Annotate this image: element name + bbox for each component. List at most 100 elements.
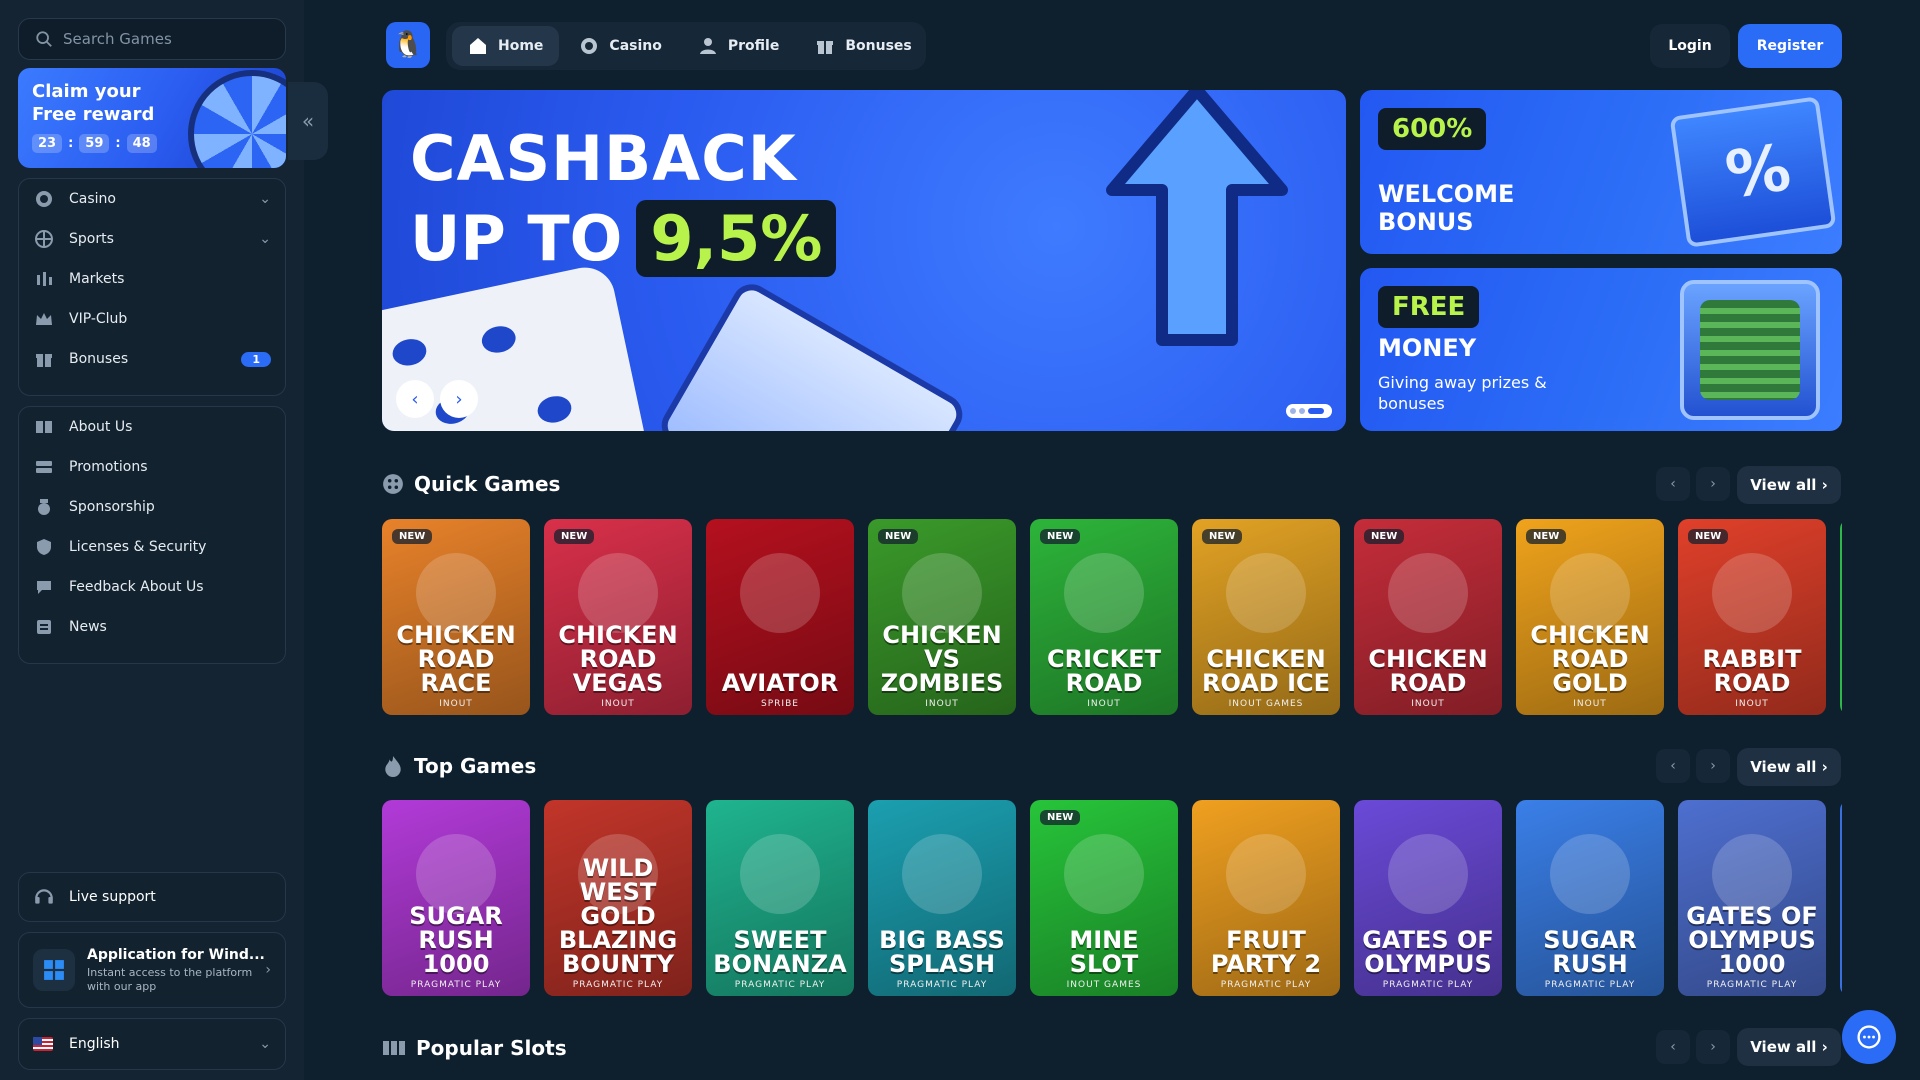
free-reward-card[interactable]: ★ Claim your Free reward 23: 59: 48 — [18, 68, 286, 168]
quick-game-card[interactable]: NEW Chicken Road Race INOUT — [382, 519, 530, 715]
top-games-next-button[interactable]: › — [1696, 749, 1730, 783]
tab-profile[interactable]: Profile — [682, 26, 795, 66]
tab-home[interactable]: Home — [452, 26, 560, 66]
top-game-card[interactable]: Gates of Olympus 1000 PRAGMATIC PLAY — [1678, 800, 1826, 996]
chevron-down-icon[interactable]: ⌄ — [259, 231, 271, 247]
quick-games-view-all[interactable]: View all › — [1737, 466, 1841, 504]
top-game-card[interactable]: Sweet Bonanza PRAGMATIC PLAY — [706, 800, 854, 996]
sidebar-item-markets[interactable]: Markets — [19, 259, 285, 299]
pagination-dot[interactable] — [1290, 408, 1296, 414]
top-game-card[interactable]: Sugar Rush 1000 PRAGMATIC PLAY — [382, 800, 530, 996]
top-games-view-all[interactable]: View all › — [1737, 748, 1841, 786]
sports-ball-icon — [33, 228, 55, 250]
chevron-right-icon: › — [455, 388, 463, 410]
free-money-pill: FREE — [1378, 286, 1480, 328]
chevron-right-icon: › — [265, 962, 271, 978]
quick-games-heading: Quick Games — [382, 472, 560, 496]
game-title: Chicken Road Gold — [1530, 621, 1650, 697]
tab-bonuses[interactable]: Bonuses — [799, 26, 927, 66]
pagination-dot-active[interactable] — [1308, 408, 1324, 414]
top-game-card[interactable]: NEW Mine Slot INOUT GAMES — [1030, 800, 1178, 996]
hero-next-button[interactable]: › — [440, 380, 478, 418]
game-title: Rabbit Road — [1702, 645, 1802, 697]
popular-slots-view-all[interactable]: View all › — [1737, 1028, 1841, 1066]
quick-game-card[interactable]: NEW Chicken Road Ice INOUT GAMES — [1192, 519, 1340, 715]
game-provider: PRAGMATIC PLAY — [410, 980, 502, 990]
language-selector[interactable]: English ⌄ — [18, 1018, 286, 1070]
up-arrow-graphic — [1106, 90, 1288, 346]
game-provider: INOUT — [1573, 699, 1607, 709]
new-badge: NEW — [1202, 529, 1243, 544]
partial-game-card[interactable] — [1840, 800, 1842, 996]
chat-button[interactable] — [1842, 1010, 1896, 1064]
quick-game-card[interactable]: NEW Chicken Road Vegas INOUT — [544, 519, 692, 715]
top-game-card[interactable]: Big Bass Splash PRAGMATIC PLAY — [868, 800, 1016, 996]
game-provider: INOUT GAMES — [1066, 980, 1142, 990]
brand-logo[interactable]: 🐧 — [386, 22, 430, 68]
sidebar-item-sponsorship[interactable]: Sponsorship — [19, 487, 285, 527]
sidebar-item-casino[interactable]: Casino ⌄ — [19, 179, 285, 219]
new-badge: NEW — [1040, 529, 1081, 544]
quick-game-card[interactable]: Aviator SPRIBE — [706, 519, 854, 715]
pagination-dot[interactable] — [1299, 408, 1305, 414]
welcome-bonus-banner[interactable]: % 600% WELCOME BONUS — [1360, 90, 1842, 254]
top-game-card[interactable]: Wild West Gold Blazing Bounty PRAGMATIC P… — [544, 800, 692, 996]
quick-game-card[interactable]: NEW Chicken Road Gold INOUT — [1516, 519, 1664, 715]
chevron-right-icon: › — [1821, 476, 1828, 494]
game-artwork — [1064, 553, 1144, 633]
chevron-down-icon[interactable]: ⌄ — [259, 191, 271, 207]
top-game-card[interactable]: Sugar Rush PRAGMATIC PLAY — [1516, 800, 1664, 996]
sidebar-item-sports[interactable]: Sports ⌄ — [19, 219, 285, 259]
top-game-card[interactable]: Gates of Olympus PRAGMATIC PLAY — [1354, 800, 1502, 996]
popular-slots-next-button[interactable]: › — [1696, 1030, 1730, 1064]
quick-game-card[interactable]: NEW Chicken vs Zombies INOUT — [868, 519, 1016, 715]
sidebar-item-label: Bonuses — [69, 351, 129, 367]
top-nav-tabs: Home Casino Profile Bonuses — [446, 22, 926, 70]
game-provider: INOUT — [1411, 699, 1445, 709]
top-game-card[interactable]: Fruit Party 2 PRAGMATIC PLAY — [1192, 800, 1340, 996]
windows-app-card[interactable]: Application for Wind... Instant access t… — [18, 932, 286, 1008]
flame-icon — [382, 755, 404, 777]
sidebar-item-bonuses[interactable]: Bonuses 1 — [19, 339, 285, 379]
chevron-right-icon: › — [1821, 1038, 1828, 1056]
tab-casino[interactable]: Casino — [563, 26, 677, 66]
collapse-sidebar-button[interactable]: « — [288, 82, 328, 160]
game-provider: PRAGMATIC PLAY — [1706, 980, 1798, 990]
sidebar-item-vip-club[interactable]: VIP-Club — [19, 299, 285, 339]
free-money-banner[interactable]: FREE MONEY Giving away prizes & bonuses — [1360, 268, 1842, 431]
game-provider: PRAGMATIC PLAY — [572, 980, 664, 990]
double-chevron-left-icon: « — [301, 109, 315, 133]
game-artwork — [740, 834, 820, 914]
sidebar-item-news[interactable]: News — [19, 607, 285, 647]
section-title: Quick Games — [414, 472, 561, 496]
quick-game-card[interactable]: NEW Rabbit Road INOUT — [1678, 519, 1826, 715]
new-badge: NEW — [392, 529, 433, 544]
hero-prev-button[interactable]: ‹ — [396, 380, 434, 418]
hero-pagination[interactable] — [1286, 404, 1332, 418]
sidebar-item-about-us[interactable]: About Us — [19, 407, 285, 447]
search-input[interactable]: Search Games — [18, 18, 286, 60]
quick-games-next-button[interactable]: › — [1696, 467, 1730, 501]
sidebar-item-licenses[interactable]: Licenses & Security — [19, 527, 285, 567]
popular-slots-prev-button[interactable]: ‹ — [1656, 1030, 1690, 1064]
sidebar-item-label: VIP-Club — [69, 311, 128, 327]
info-nav: About Us Promotions Sponsorship Licenses… — [18, 406, 286, 664]
register-button[interactable]: Register — [1738, 24, 1842, 68]
live-support-button[interactable]: Live support — [18, 872, 286, 922]
game-title: Chicken Road Ice — [1201, 645, 1331, 697]
crystal-dice-graphic — [654, 277, 970, 431]
game-title: Chicken vs Zombies — [880, 621, 1004, 697]
language-label: English — [69, 1036, 120, 1052]
game-provider: SPRIBE — [761, 699, 799, 709]
cashback-hero-banner[interactable]: CASHBACK UP TO 9,5% ‹ › — [382, 90, 1346, 431]
sidebar-item-promotions[interactable]: Promotions — [19, 447, 285, 487]
sidebar-item-feedback[interactable]: Feedback About Us — [19, 567, 285, 607]
game-provider: INOUT — [925, 699, 959, 709]
quick-game-card[interactable]: NEW Chicken Road INOUT — [1354, 519, 1502, 715]
quick-games-prev-button[interactable]: ‹ — [1656, 467, 1690, 501]
quick-game-card[interactable]: NEW Cricket Road INOUT — [1030, 519, 1178, 715]
partial-game-card[interactable] — [1840, 519, 1842, 715]
top-games-prev-button[interactable]: ‹ — [1656, 749, 1690, 783]
hero-subheadline: UP TO 9,5% — [410, 200, 837, 277]
login-button[interactable]: Login — [1650, 24, 1730, 68]
